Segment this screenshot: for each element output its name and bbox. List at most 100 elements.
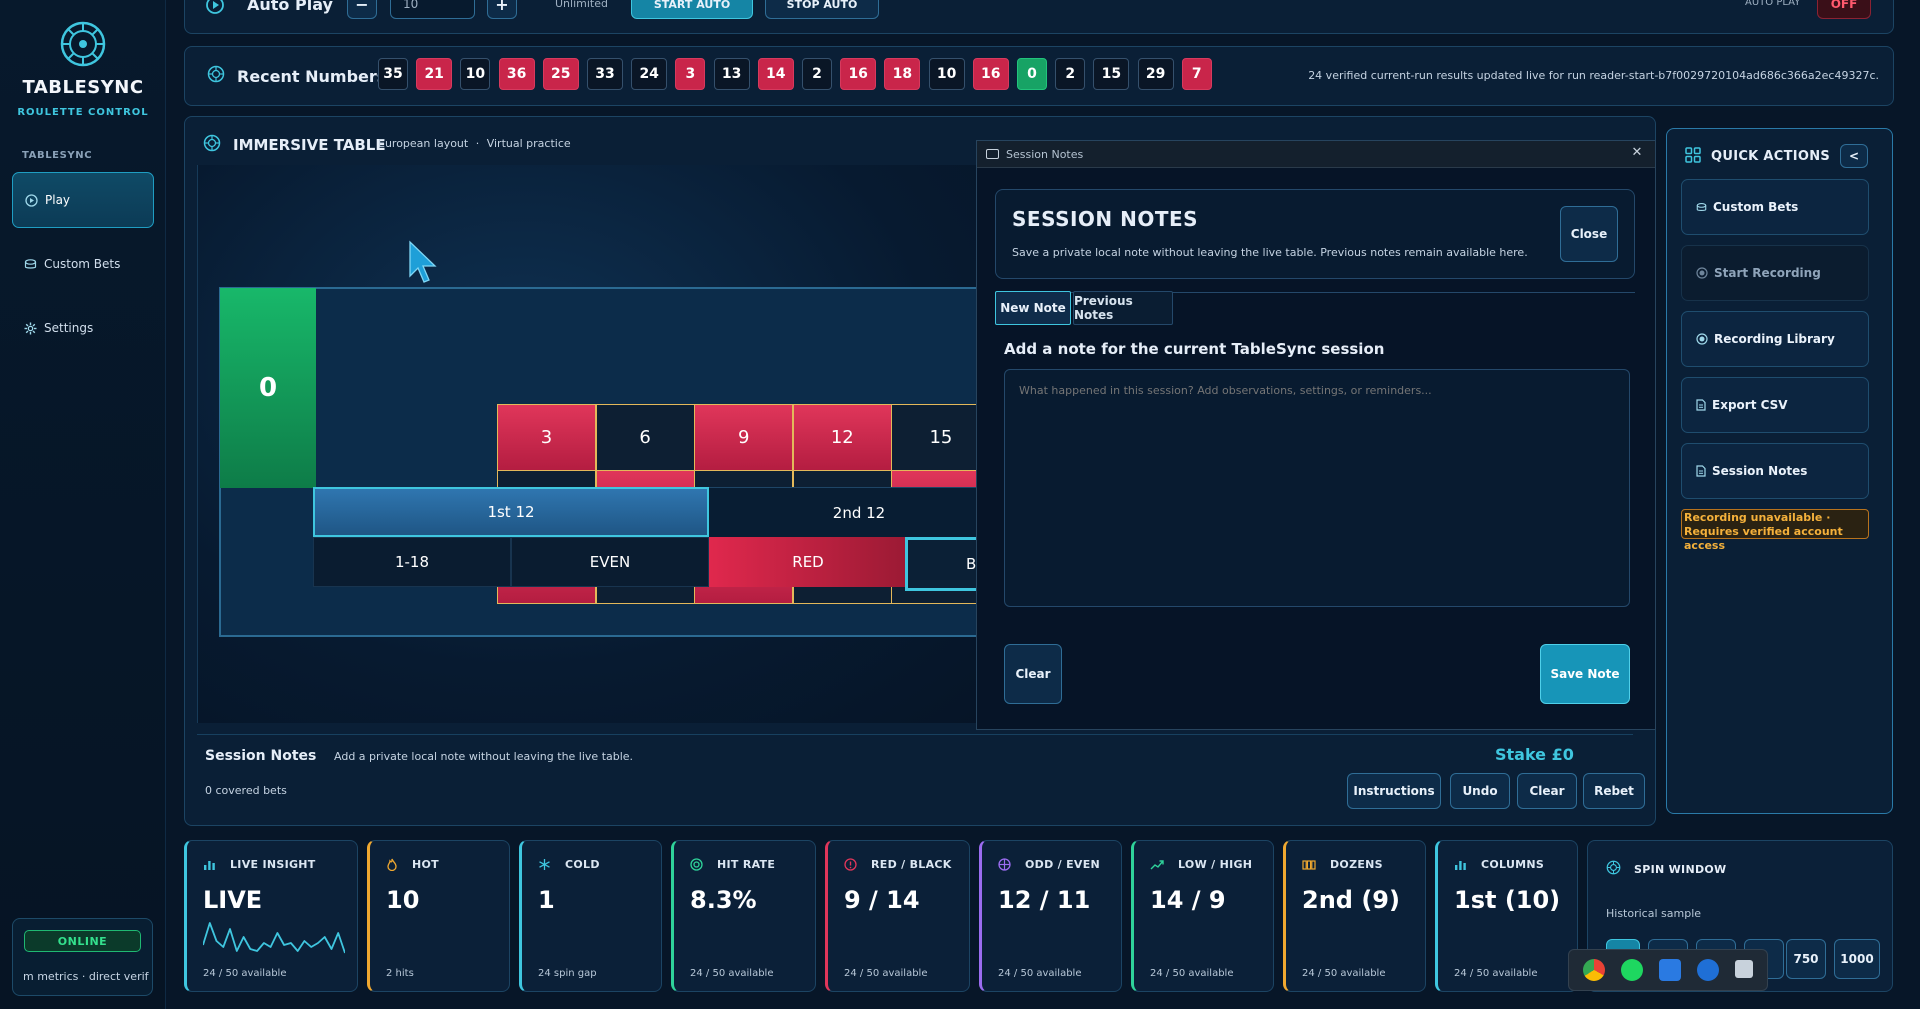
save-note-button[interactable]: Save Note — [1540, 644, 1630, 704]
autoplay-status-toggle[interactable]: OFF — [1817, 0, 1871, 19]
trend-up-icon — [1150, 859, 1171, 871]
number-cell[interactable]: 12 — [792, 404, 892, 471]
stat-label-text: DOZENS — [1330, 858, 1383, 871]
system-tray — [1568, 949, 1768, 991]
quick-action-export-csv[interactable]: Export CSV — [1681, 377, 1869, 433]
sidebar-item-label: Play — [45, 193, 71, 207]
tab-previous-notes[interactable]: Previous Notes — [1073, 291, 1173, 325]
table-mode-tag: Virtual practice — [486, 137, 571, 150]
stat-label-text: COLD — [565, 858, 600, 871]
app-title: TABLESYNC — [22, 77, 144, 98]
dozen-2nd-bet[interactable]: 2nd 12 — [709, 487, 1009, 537]
record-icon — [1696, 333, 1708, 345]
security-shield-icon[interactable] — [1659, 959, 1681, 981]
autoplay-spins-input[interactable]: 10 — [390, 0, 475, 19]
recent-number-chip: 3 — [675, 58, 706, 90]
quick-action-custom-bets[interactable]: Custom Bets — [1681, 179, 1869, 235]
low-1-18-bet[interactable]: 1-18 — [313, 537, 511, 587]
stat-value: 10 — [386, 886, 420, 914]
quick-actions-panel: QUICK ACTIONS < Custom Bets Start Record… — [1666, 128, 1893, 814]
modal-close-button[interactable]: Close — [1560, 206, 1618, 262]
grid-icon — [1685, 147, 1701, 163]
sidebar-item-settings[interactable]: Settings — [12, 300, 154, 356]
stat-card-red-black: RED / BLACK 9 / 14 24 / 50 available — [825, 840, 970, 992]
undo-button[interactable]: Undo — [1450, 773, 1510, 809]
roulette-wheel-icon — [207, 65, 225, 83]
sidebar-item-label: Settings — [44, 321, 94, 335]
clear-bets-button[interactable]: Clear — [1517, 773, 1577, 809]
stat-value: LIVE — [203, 886, 263, 914]
connection-status-card: ONLINE m metrics · direct verif — [12, 918, 153, 996]
clear-note-button[interactable]: Clear — [1004, 644, 1062, 704]
bar-chart-icon — [203, 858, 223, 871]
spin-window-option-1000[interactable]: 1000 — [1834, 939, 1880, 979]
window-close-button[interactable]: ✕ — [1627, 145, 1647, 163]
stop-auto-button[interactable]: STOP AUTO — [765, 0, 879, 19]
tab-new-note[interactable]: New Note — [995, 291, 1071, 325]
modal-window-title: Session Notes — [1006, 148, 1084, 161]
quick-action-label: Session Notes — [1712, 464, 1808, 478]
session-notes-description: Add a private local note without leaving… — [334, 750, 634, 763]
instructions-button[interactable]: Instructions — [1347, 773, 1441, 809]
divider — [197, 734, 1633, 735]
recent-numbers-title: Recent Numbers — [237, 67, 387, 86]
autoplay-panel: Auto Play − 10 + Unlimited START AUTO ST… — [184, 0, 1894, 34]
session-notes-modal: Session Notes ✕ SESSION NOTES Save a pri… — [976, 140, 1656, 730]
autoplay-status-label: AUTO PLAY — [1745, 0, 1801, 8]
stat-value: 14 / 9 — [1150, 886, 1226, 914]
number-cell[interactable]: 9 — [694, 404, 794, 471]
spin-window-option-750[interactable]: 750 — [1786, 939, 1826, 979]
stat-card-hit-rate: HIT RATE 8.3% 24 / 50 available — [671, 840, 816, 992]
modal-header-card: SESSION NOTES Save a private local note … — [995, 189, 1635, 279]
stat-label: LIVE INSIGHT — [203, 858, 316, 871]
autoplay-icon — [205, 0, 225, 15]
info-circle-icon — [844, 858, 864, 871]
spin-window-subtitle: Historical sample — [1606, 907, 1702, 920]
chrome-icon[interactable] — [1583, 959, 1605, 981]
quick-action-label: Custom Bets — [1713, 200, 1799, 214]
quick-action-recording-library[interactable]: Recording Library — [1681, 311, 1869, 367]
recording-warning: Recording unavailable · Requires verifie… — [1681, 509, 1869, 552]
quick-action-session-notes[interactable]: Session Notes — [1681, 443, 1869, 499]
quick-actions-title: QUICK ACTIONS — [1711, 149, 1831, 164]
number-cell[interactable]: 6 — [595, 404, 695, 471]
stat-card-cold: COLD 1 24 spin gap — [519, 840, 662, 992]
autoplay-increment-button[interactable]: + — [487, 0, 517, 19]
stat-label-text: HOT — [412, 858, 439, 871]
zero-cell[interactable]: 0 — [220, 288, 316, 488]
collapse-panel-button[interactable]: < — [1840, 144, 1868, 168]
recent-number-chip: 13 — [713, 58, 750, 90]
red-bet[interactable]: RED — [709, 537, 907, 587]
modal-description: Save a private local note without leavin… — [1012, 246, 1528, 259]
start-auto-button[interactable]: START AUTO — [631, 0, 753, 19]
stat-value: 2nd (9) — [1302, 886, 1400, 914]
recent-number-chip: 15 — [1093, 58, 1130, 90]
circle-cross-icon — [998, 858, 1018, 871]
stat-value: 12 / 11 — [998, 886, 1091, 914]
spotify-icon[interactable] — [1621, 959, 1643, 981]
sidebar: TABLESYNC ROULETTE CONTROL TABLESYNC Pla… — [0, 0, 166, 1009]
stat-label-text: LIVE INSIGHT — [230, 858, 316, 871]
mouse-cursor-icon — [408, 240, 438, 284]
even-bet[interactable]: EVEN — [511, 537, 709, 587]
sidebar-item-play[interactable]: Play — [12, 172, 154, 228]
autoplay-decrement-button[interactable]: − — [347, 0, 377, 19]
recent-number-chip: 25 — [542, 58, 579, 90]
notification-icon[interactable] — [1735, 960, 1753, 978]
play-circle-icon — [25, 193, 38, 207]
stat-value: 8.3% — [690, 886, 757, 914]
stat-value: 9 / 14 — [844, 886, 920, 914]
quick-action-start-recording[interactable]: Start Recording — [1681, 245, 1869, 301]
chips-icon — [1696, 202, 1707, 211]
hp-icon[interactable] — [1697, 959, 1719, 981]
number-cell[interactable]: 3 — [497, 404, 596, 471]
stat-subtext: 2 hits — [386, 968, 414, 979]
stat-label: RED / BLACK — [844, 858, 952, 871]
sidebar-item-custom-bets[interactable]: Custom Bets — [12, 236, 154, 292]
note-textarea[interactable] — [1004, 369, 1630, 607]
stat-card-live-insight: LIVE INSIGHT LIVE 24 / 50 available — [184, 840, 358, 992]
stat-label: COLUMNS — [1454, 858, 1544, 871]
rebet-button[interactable]: Rebet — [1583, 773, 1645, 809]
dozen-1st-bet[interactable]: 1st 12 — [313, 487, 709, 537]
flame-icon — [386, 858, 405, 871]
